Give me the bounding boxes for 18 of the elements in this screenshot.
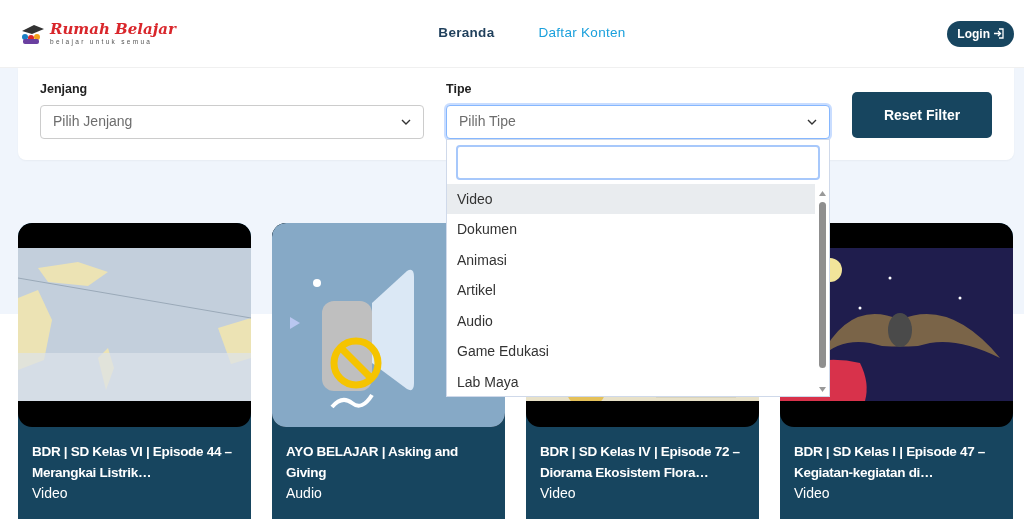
card-type: Video bbox=[32, 483, 69, 503]
card-type: Video bbox=[794, 483, 831, 503]
dropdown-select[interactable]: Pilih Jenjang bbox=[40, 104, 424, 139]
reset-filter-button[interactable]: Reset Filter bbox=[852, 92, 992, 138]
card-type: Audio bbox=[286, 483, 323, 503]
card-title: BDR | SD Kelas VI | Episode 44 – Merangkai Listrik… bbox=[32, 442, 233, 482]
card-title: BDR | SD Kelas I | Episode 47 – Kegiatan-kegiatan di… bbox=[794, 442, 987, 482]
field-label: Jenjang bbox=[40, 81, 89, 98]
card-type: Video bbox=[540, 483, 577, 503]
dropdown-option[interactable]: Video bbox=[447, 183, 815, 215]
login-button[interactable]: Login bbox=[947, 20, 1014, 47]
field-label: Tipe bbox=[446, 81, 473, 98]
card-title: BDR | SD Kelas IV | Episode 72 – Diorama Ekosistem Flora… bbox=[540, 442, 741, 482]
card-title: AYO BELAJAR | Asking and Giving bbox=[286, 442, 459, 482]
content-card[interactable]: BDR | SD Kelas VI | Episode 44 – Merangkai Listrik… Video bbox=[18, 222, 251, 519]
nav-link[interactable]: Beranda bbox=[438, 23, 495, 44]
dropdown-select[interactable]: Pilih Tipe bbox=[446, 104, 830, 139]
logo-title: Rumah Belajar bbox=[50, 21, 176, 37]
